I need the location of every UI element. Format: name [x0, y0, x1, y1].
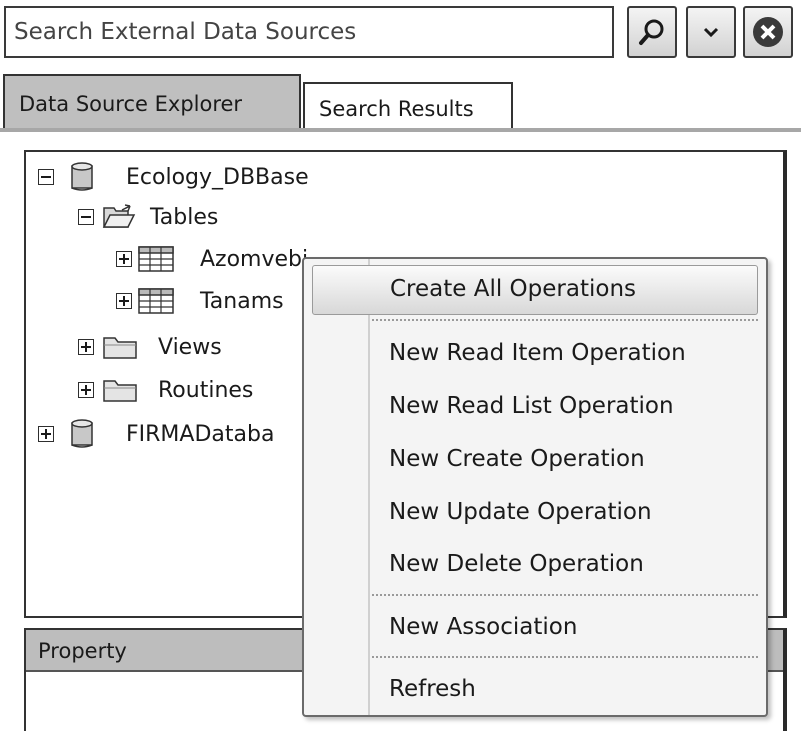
- search-icon: [639, 19, 664, 45]
- expand-toggle[interactable]: [78, 339, 94, 355]
- table-icon: [138, 288, 174, 314]
- tab-data-source-explorer[interactable]: Data Source Explorer: [3, 74, 301, 130]
- tab-strip: Data Source Explorer Search Results: [0, 74, 801, 130]
- tree-node-ecology-dbbase[interactable]: Ecology_DBBase: [38, 160, 309, 194]
- tree-node-label: Azomvebi: [200, 246, 309, 272]
- menu-separator: [372, 319, 758, 321]
- search-options-button[interactable]: [686, 6, 736, 58]
- expand-toggle[interactable]: [116, 251, 132, 267]
- menu-item-create-all-operations[interactable]: Create All Operations: [312, 265, 758, 315]
- tab-divider: [0, 128, 801, 132]
- open-folder-icon: [102, 204, 136, 228]
- menu-separator: [372, 594, 758, 596]
- clear-search-button[interactable]: [743, 6, 793, 58]
- tree-node-tables[interactable]: Tables: [78, 200, 218, 234]
- context-menu: Create All Operations New Read Item Oper…: [302, 257, 768, 717]
- menu-item-refresh[interactable]: Refresh: [312, 664, 758, 714]
- menu-item-new-read-list-operation[interactable]: New Read List Operation: [312, 381, 758, 431]
- tree-node-label: FIRMADataba: [126, 421, 275, 447]
- collapse-toggle[interactable]: [78, 209, 94, 225]
- table-icon: [138, 246, 174, 272]
- close-icon: [753, 17, 783, 47]
- tree-node-label: Tables: [150, 204, 219, 230]
- tree-node-label: Routines: [158, 377, 254, 403]
- tree-node-label: Views: [158, 334, 222, 360]
- menu-item-new-association[interactable]: New Association: [312, 602, 758, 652]
- menu-item-new-create-operation[interactable]: New Create Operation: [312, 434, 758, 484]
- expand-toggle[interactable]: [38, 426, 54, 442]
- collapse-toggle[interactable]: [38, 169, 54, 185]
- tree-node-firmadatabase[interactable]: FIRMADataba: [38, 417, 274, 451]
- tree-node-routines[interactable]: Routines: [78, 373, 253, 407]
- menu-item-new-delete-operation[interactable]: New Delete Operation: [312, 539, 758, 589]
- tree-node-views[interactable]: Views: [78, 330, 222, 364]
- search-button[interactable]: [627, 6, 677, 58]
- chevron-down-icon: [703, 27, 719, 38]
- expand-toggle[interactable]: [116, 293, 132, 309]
- database-icon: [71, 162, 93, 191]
- expand-toggle[interactable]: [78, 382, 94, 398]
- database-icon: [71, 419, 93, 448]
- menu-separator: [372, 656, 758, 658]
- tree-node-azomvebi[interactable]: Azomvebi: [116, 242, 308, 276]
- tree-node-label: Tanams: [200, 288, 284, 314]
- tab-search-results[interactable]: Search Results: [303, 82, 513, 130]
- menu-item-new-read-item-operation[interactable]: New Read Item Operation: [312, 328, 758, 378]
- menu-item-new-update-operation[interactable]: New Update Operation: [312, 487, 758, 537]
- tree-node-tanams[interactable]: Tanams: [116, 284, 284, 318]
- search-input[interactable]: [4, 6, 614, 58]
- tree-node-label: Ecology_DBBase: [126, 164, 309, 190]
- folder-icon: [103, 337, 137, 359]
- folder-icon: [103, 380, 137, 402]
